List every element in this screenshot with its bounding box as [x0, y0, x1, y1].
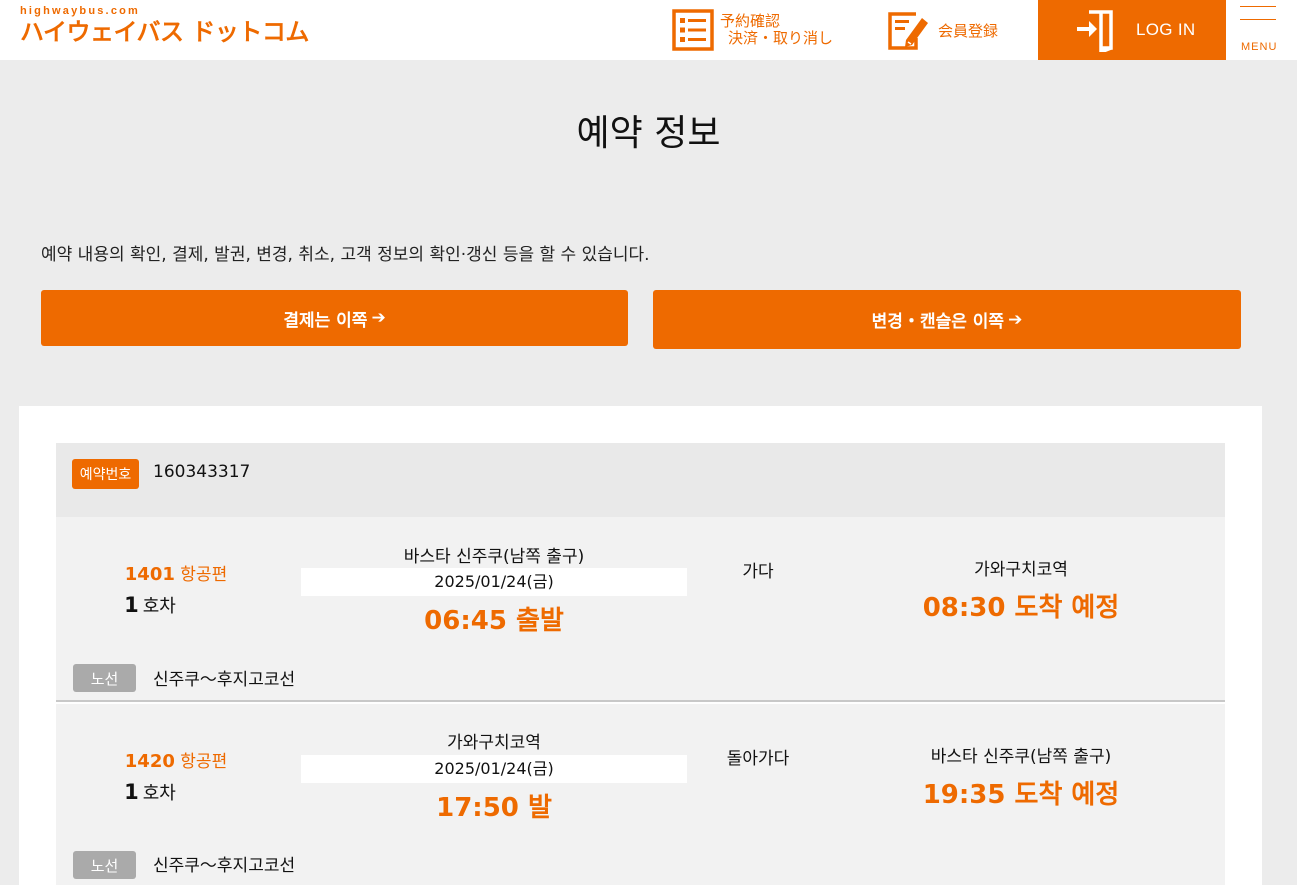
departure-stop: 바스타 신주쿠(남쪽 출구) — [403, 547, 585, 567]
trip-direction: 가다 — [742, 562, 774, 582]
route-badge: 노선 — [73, 851, 136, 879]
departure-date: 2025/01/24(금) — [301, 568, 687, 596]
car-number: 1 호차 — [56, 592, 244, 618]
departure-time: 06:45 출발 — [424, 606, 564, 636]
trip-outbound: 1401 항공편 1 호차 바스타 신주쿠(남쪽 출구) 2025/01/24(금… — [56, 517, 1225, 702]
flight-number-value: 1420 — [124, 751, 175, 772]
site-logo[interactable]: highwaybus.com ハイウェイバス ドットコム — [20, 5, 309, 47]
reservation-check-link[interactable]: 予約確認 決済・取り消し — [672, 0, 833, 60]
departure-stop: 가와구치코역 — [447, 733, 541, 753]
edit-icon — [888, 12, 928, 50]
arrival-stop: 가와구치코역 — [974, 560, 1068, 580]
flight-number-suffix: 항공편 — [180, 752, 228, 772]
car-number-suffix: 호차 — [142, 783, 176, 804]
login-icon — [1077, 10, 1113, 52]
route-name: 신주쿠～후지고코선 — [153, 856, 296, 876]
page-title: 예약 정보 — [576, 113, 721, 154]
site-header: highwaybus.com ハイウェイバス ドットコム 予約確認 決済・取り消… — [0, 0, 1297, 60]
logo-domain: highwaybus.com — [20, 5, 141, 17]
member-register-label: 会員登録 — [938, 21, 999, 40]
arrival-stop: 바스타 신주쿠(남쪽 출구) — [930, 747, 1112, 767]
flight-number-value: 1401 — [124, 564, 175, 585]
flight-number: 1401 항공편 — [56, 560, 296, 585]
arrival-time: 08:30 도착 예정 — [922, 593, 1120, 623]
payment-button-label: 결제는 이쪽 — [283, 310, 368, 331]
arrow-right-icon: ➔ — [371, 308, 386, 328]
departure-time: 17:50 발 — [436, 793, 552, 823]
logo-title: ハイウェイバス ドットコム — [20, 18, 309, 46]
flight-number-suffix: 항공편 — [180, 565, 228, 585]
login-label: LOG IN — [1136, 20, 1196, 39]
hamburger-icon — [1240, 6, 1276, 7]
trip-direction: 돌아가다 — [726, 749, 790, 769]
hamburger-icon-line — [1240, 19, 1276, 20]
car-number-value: 1 — [124, 593, 139, 617]
reservation-check-line1: 予約確認 — [720, 12, 781, 30]
car-number-suffix: 호차 — [142, 596, 176, 617]
car-number-value: 1 — [124, 780, 139, 804]
menu-label: MENU — [1241, 41, 1278, 53]
departure-date: 2025/01/24(금) — [301, 755, 687, 783]
car-number: 1 호차 — [56, 779, 244, 805]
change-cancel-button-label: 변경・캔슬은 이쪽 — [871, 312, 1005, 332]
page-description: 예약 내용의 확인, 결제, 발권, 변경, 취소, 고객 정보의 확인·갱신 … — [41, 245, 650, 265]
flight-number: 1420 항공편 — [56, 747, 296, 772]
route-name: 신주쿠～후지고코선 — [153, 670, 296, 690]
member-register-link[interactable]: 会員登録 — [886, 0, 998, 60]
change-cancel-button[interactable]: 변경・캔슬은 이쪽 ➔ — [653, 290, 1241, 349]
reservation-check-line2: 決済・取り消し — [728, 29, 834, 47]
arrival-time: 19:35 도착 예정 — [922, 780, 1120, 810]
trip-return: 1420 항공편 1 호차 가와구치코역 2025/01/24(금) 17:50 … — [56, 704, 1225, 885]
list-icon — [672, 9, 714, 51]
menu-button[interactable]: MENU — [1240, 6, 1277, 56]
route-badge: 노선 — [73, 664, 136, 692]
login-button[interactable]: LOG IN — [1038, 0, 1226, 60]
arrow-right-icon: ➔ — [1008, 309, 1023, 330]
reservation-number: 160343317 — [153, 462, 251, 482]
payment-button[interactable]: 결제는 이쪽 ➔ — [41, 290, 628, 346]
reservation-number-badge: 예약번호 — [72, 459, 139, 489]
